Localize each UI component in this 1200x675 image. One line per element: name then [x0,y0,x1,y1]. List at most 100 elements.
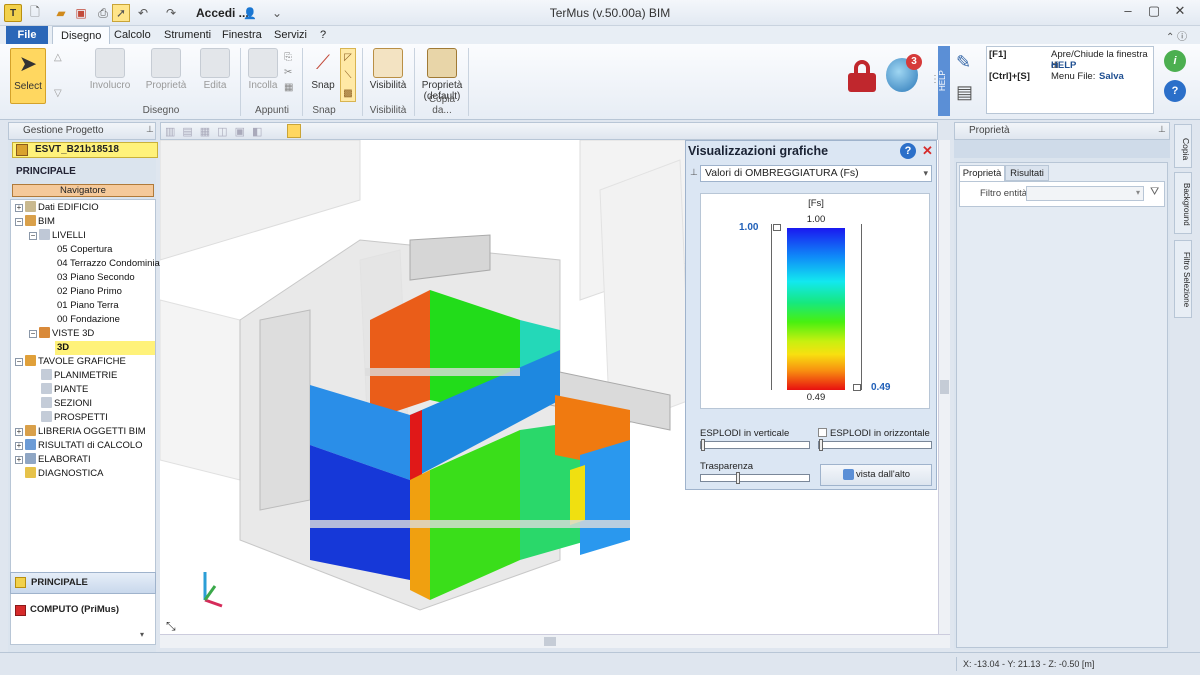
3d-view-icon[interactable] [287,124,301,138]
tab-calcolo[interactable]: Calcolo [106,26,159,44]
clipboard-small-icons[interactable]: ⎘ ✂ ▦ [284,50,293,95]
collapse-toggle[interactable]: − [15,218,23,226]
new-file-icon[interactable]: 🗋 [26,4,44,22]
side-tab-background[interactable]: Background [1174,172,1192,234]
tree-item-tavole[interactable]: TAVOLE GRAFICHE [25,355,126,369]
view-tools-icons[interactable]: ▥▤▦◫▣◧ [165,125,269,138]
trasparenza-thumb[interactable] [736,472,740,484]
collapse-toggle[interactable]: − [29,232,37,240]
open-folder-icon[interactable]: ▰ [52,4,70,22]
hscroll-thumb[interactable] [544,637,556,646]
esplodi-h-checkbox[interactable] [818,428,827,437]
esplodi-v-slider[interactable] [700,439,810,451]
tab-finestra[interactable]: Finestra [214,26,270,44]
visibilita-button[interactable]: Visibilità [368,48,408,91]
tab-servizi[interactable]: Servizi [266,26,315,44]
customize-icon[interactable]: ⌄ [268,4,286,22]
help-question-icon[interactable]: ? [1164,80,1186,102]
tree-item-level[interactable]: 02 Piano Primo [57,285,122,299]
expand-toggle[interactable]: + [15,204,23,212]
tab-disegno[interactable]: Disegno [52,26,111,44]
trasparenza-slider[interactable] [700,472,810,484]
edita-button[interactable]: Edita [200,48,230,91]
tree-item-risultati[interactable]: RISULTATI di CALCOLO [25,439,143,453]
esplodi-v-thumb[interactable] [701,439,705,451]
tree-item-3d[interactable]: 3D [55,341,155,355]
esplodi-h-thumb[interactable] [819,439,823,451]
updates-globe-icon[interactable]: 3 [886,54,922,92]
filter-icon[interactable]: ⛛ [1150,186,1159,199]
snap-button[interactable]: ⟋ Snap [308,48,338,91]
max-slider-handle[interactable] [773,224,781,231]
tree-item-level[interactable]: 00 Fondazione [57,313,120,327]
tree-item-level[interactable]: 05 Copertura [57,243,112,257]
tree-item-diagnostica[interactable]: DIAGNOSTICA [25,467,103,481]
maximize-button[interactable]: ▢ [1142,3,1166,21]
tab-help[interactable]: ? [312,26,334,44]
help-film-icon[interactable]: ▤ [956,82,982,108]
viz-type-select[interactable]: Valori di OMBREGGIATURA (Fs) ▾ [700,165,932,182]
tree-item-viste[interactable]: VISTE 3D [39,327,94,341]
viz-pin-icon[interactable]: ⊥ [690,167,698,178]
viewport-vscroll[interactable] [938,140,950,634]
expand-toggle[interactable]: + [15,428,23,436]
tab-strumenti[interactable]: Strumenti [156,26,219,44]
info-icon[interactable]: i [1164,50,1186,72]
help-tab[interactable]: HELP [938,46,950,116]
involucro-button[interactable]: Involucro [86,48,134,91]
tree-item-level[interactable]: 01 Piano Terra [57,299,119,313]
scroll-up-icon[interactable]: △ [54,52,62,63]
select-button[interactable]: ➤ Select [10,48,46,104]
tab-risultati[interactable]: Risultati [1005,165,1049,181]
tree-item-livelli[interactable]: LIVELLI [39,229,86,243]
expand-toggle[interactable]: + [15,456,23,464]
snap-options-icon[interactable]: ◸ ⟍ ▩ [340,48,356,102]
project-name[interactable]: ESVT_B21b18518 [12,142,158,158]
nav-principale[interactable]: PRINCIPALE [10,572,156,594]
pointer-icon[interactable]: ➚ [112,4,130,22]
tree-item-dati[interactable]: Dati EDIFICIO [25,201,99,215]
tab-proprieta[interactable]: Proprietà [959,165,1005,181]
tree-item-elaborati[interactable]: ELABORATI [25,453,91,467]
expand-toggle[interactable]: + [15,442,23,450]
side-tab-copia[interactable]: Copia [1174,124,1192,168]
pin-icon[interactable]: ⊥ [1158,124,1166,135]
vista-dallalto-button[interactable]: vista dall'alto [820,464,932,486]
tree-item-bim[interactable]: BIM [25,215,55,229]
ribbon-collapse-icon[interactable]: ⌃ ⓘ [1166,28,1187,43]
proprieta-button[interactable]: Proprietà [144,48,188,91]
pin-icon[interactable]: ⊥ [146,124,154,135]
vscroll-thumb[interactable] [940,380,949,394]
tree-item-sezioni[interactable]: SEZIONI [41,397,92,411]
tree-item-level[interactable]: 04 Terrazzo Condominiale [57,257,167,271]
incolla-button[interactable]: Incolla [246,48,280,91]
navigator-button[interactable]: Navigatore [12,184,154,197]
min-slider-handle[interactable] [853,384,861,391]
user-icon[interactable]: 👤 [241,4,259,22]
help-edit-icon[interactable]: ✎ [956,52,982,76]
side-tab-filtro[interactable]: Filtro Selezione [1174,240,1192,318]
esplodi-h-slider[interactable] [818,439,932,451]
filtro-select[interactable]: ▾ [1026,186,1144,201]
viz-close-icon[interactable]: ✕ [920,143,935,159]
undo-icon[interactable]: ↶ [134,4,152,22]
tree-item-piante[interactable]: PIANTE [41,383,88,397]
tree-item-libreria[interactable]: LIBRERIA OGGETTI BIM [25,425,146,439]
nav-computo[interactable]: COMPUTO (PriMus) [10,600,156,620]
tab-file[interactable]: File [6,26,48,44]
redo-icon[interactable]: ↷ [162,4,180,22]
viz-help-icon[interactable]: ? [900,143,916,159]
scroll-down-icon[interactable]: ▽ [54,88,62,99]
tree-item-level[interactable]: 03 Piano Secondo [57,271,135,285]
nav-dropdown-icon[interactable]: ▾ [140,630,144,639]
close-button[interactable]: ✕ [1168,3,1192,21]
save-icon[interactable]: ▣ [72,4,90,22]
print-icon[interactable]: ⎙ [94,4,112,22]
collapse-toggle[interactable]: − [29,330,37,338]
viewport-hscroll[interactable] [160,634,950,648]
collapse-toggle[interactable]: − [15,358,23,366]
tree-item-prospetti[interactable]: PROSPETTI [41,411,108,425]
tree-item-planimetrie[interactable]: PLANIMETRIE [41,369,117,383]
minimize-button[interactable]: ‒ [1116,3,1140,21]
lock-icon[interactable] [848,60,876,92]
